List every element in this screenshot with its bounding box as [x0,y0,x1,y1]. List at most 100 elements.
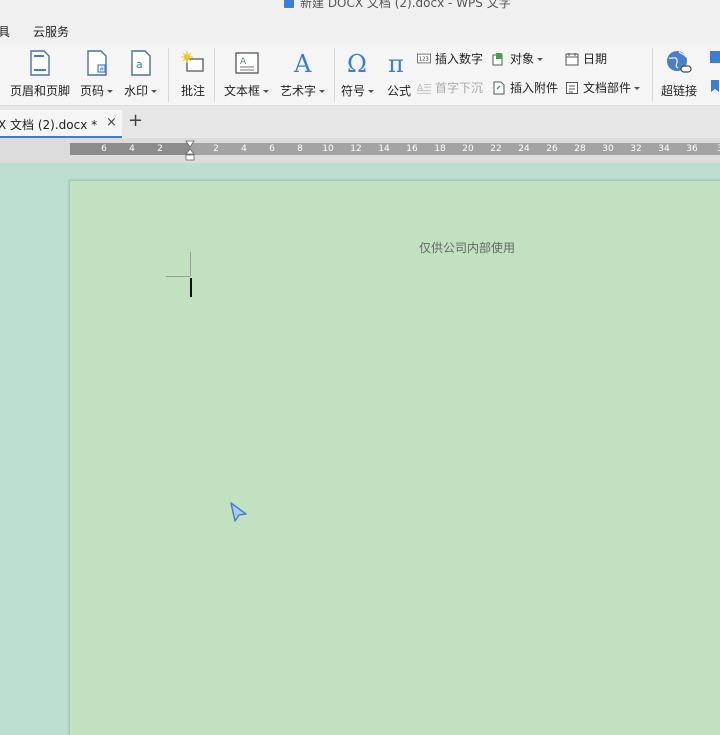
doc-blue-icon [708,50,720,64]
ribbon-separator [652,48,653,102]
ribbon-separator [214,48,215,102]
page-number-label: 页码 [80,82,114,99]
object-button[interactable]: 对象 [492,50,544,67]
hyperlink-button[interactable]: 超链接 [661,48,697,99]
attachment-icon [492,81,506,95]
wps-doc-icon [284,0,294,8]
date-button[interactable]: 日期 [565,50,607,67]
document-parts-label: 文档部件 [583,79,641,96]
ruler-number: 18 [434,144,446,154]
header-footer-button[interactable]: 页眉和页脚 [10,48,70,99]
insert-number-button[interactable]: 123 插入数字 [417,50,483,67]
menu-bar: 具 云服务 [0,18,720,44]
drop-cap-label: 首字下沉 [435,81,484,95]
close-icon[interactable]: × [106,115,117,130]
symbol-button[interactable]: Ω 符号 [341,48,375,99]
wordart-icon: A [288,48,318,78]
drop-cap-icon: A [417,81,431,95]
window-title-text: 新建 DOCX 文档 (2).docx - WPS 文字 [300,0,511,10]
svg-text:#: # [99,66,104,73]
horizontal-ruler: 642246810121416182022242628303234363 [0,138,720,163]
tab-document[interactable]: X 文档 (2).docx * × [0,110,122,138]
drop-cap-button[interactable]: A 首字下沉 [417,79,483,96]
comment-button[interactable]: 批注 [178,48,208,99]
page-number-dropdown-icon [107,90,114,93]
page-number-button[interactable]: # 页码 [80,48,114,99]
document-parts-dropdown-icon [634,87,641,90]
new-tab-button[interactable]: + [128,112,143,130]
insert-attachment-label: 插入附件 [510,81,559,95]
omega-icon: Ω [343,48,373,78]
pi-icon: π [384,48,414,78]
ruler-number: 32 [630,144,642,154]
ruler-number: 6 [269,144,275,154]
cross-reference-button-partial[interactable] [708,79,720,93]
ruler-number: 26 [546,144,558,154]
svg-text:A: A [417,83,423,93]
document-tab-bar: X 文档 (2).docx * × + [0,106,720,138]
svg-text:π: π [388,50,404,76]
ruler-number: 20 [462,144,474,154]
svg-text:a: a [136,58,143,71]
object-label: 对象 [510,50,544,67]
header-footer-icon [25,48,55,78]
symbol-label: 符号 [341,82,375,99]
ribbon-insert: 页眉和页脚 # 页码 a 水印 批注 A 文本框 A 艺术字 Ω 符号 π 公式… [0,44,720,106]
globe-link-icon [664,48,694,78]
bookmark-icon [708,79,720,93]
wordart-label: 艺术字 [280,82,326,99]
title-bar: 新建 DOCX 文档 (2).docx - WPS 文字 [0,0,720,18]
ruler-number: 28 [574,144,586,154]
textbox-button[interactable]: A 文本框 [224,48,270,99]
textbox-icon: A [232,48,262,78]
ruler-number: 30 [602,144,614,154]
insert-attachment-button[interactable]: 插入附件 [492,79,558,96]
ruler-numbers: 642246810121416182022242628303234363 [70,143,720,155]
page-number-icon: # [82,48,112,78]
svg-text:A: A [293,50,312,76]
margin-corner-mark [166,276,190,277]
indent-marker-icon[interactable] [185,140,195,162]
ruler-number: 4 [129,144,135,154]
document-parts-icon [565,81,579,95]
textbox-label: 文本框 [224,82,270,99]
ruler-track[interactable]: 642246810121416182022242628303234363 [70,143,720,155]
ruler-number: 24 [518,144,530,154]
date-label: 日期 [583,52,608,66]
symbol-dropdown-icon [368,90,375,93]
ruler-number: 8 [297,144,303,154]
formula-button[interactable]: π 公式 [384,48,414,99]
text-cursor [190,278,192,297]
comment-label: 批注 [180,84,205,98]
svg-text:123: 123 [419,57,429,63]
ruler-number: 36 [686,144,698,154]
document-parts-button[interactable]: 文档部件 [565,79,641,96]
comment-icon [178,48,208,78]
watermark-label: 水印 [124,82,158,99]
watermark-icon: a [126,48,156,78]
ruler-number: 6 [101,144,107,154]
document-canvas[interactable]: 仅供公司内部使用 [0,163,720,735]
window-title: 新建 DOCX 文档 (2).docx - WPS 文字 [284,0,511,11]
menu-tools[interactable]: 具 [0,23,10,40]
ruler-number: 4 [241,144,247,154]
ruler-number: 2 [157,144,163,154]
hyperlink-label: 超链接 [661,84,698,98]
watermark-button[interactable]: a 水印 [124,48,158,99]
margin-corner-mark [190,252,191,276]
watermark-dropdown-icon [151,90,158,93]
menu-cloud-service[interactable]: 云服务 [33,23,69,40]
ruler-number: 12 [350,144,362,154]
ruler-number: 2 [213,144,219,154]
header-text: 仅供公司内部使用 [419,241,516,255]
mouse-pointer-icon [230,502,247,522]
tab-document-label: X 文档 (2).docx * [0,118,98,132]
document-page[interactable]: 仅供公司内部使用 [69,180,720,735]
svg-text:Ω: Ω [347,50,367,76]
wordart-button[interactable]: A 艺术字 [280,48,326,99]
textbox-dropdown-icon [263,90,270,93]
bookmark-button-partial[interactable] [708,50,720,64]
ruler-number: 16 [406,144,418,154]
calendar-icon [565,52,579,66]
svg-text:A: A [240,57,247,67]
